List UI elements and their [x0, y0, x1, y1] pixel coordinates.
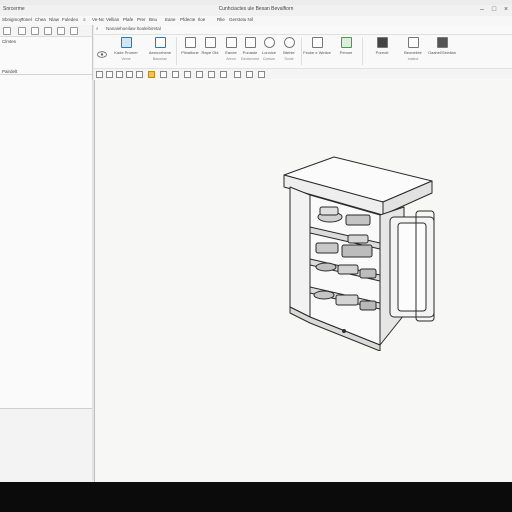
ribbon-group-label: Kade Prumer: [114, 50, 138, 55]
home-icon[interactable]: [3, 27, 11, 35]
ribbon-group-label: Beoneliee: [404, 50, 422, 55]
ribbon-group-label: Btehte: [283, 50, 295, 55]
ribbon-tabs: ⌕ Nanaiehoeilaw lIoaleibiretal: [94, 25, 512, 35]
menu-item[interactable]: Eane: [165, 17, 176, 22]
ribbon-group-sublabel: Sonle: [284, 57, 294, 61]
shape-icon: [244, 37, 256, 48]
print-icon: [407, 37, 419, 48]
quick-access-toolbar: [94, 68, 512, 79]
close-icon[interactable]: ×: [500, 5, 512, 15]
menu-item[interactable]: Tonel: [21, 17, 32, 22]
menu-item[interactable]: Prer: [137, 17, 146, 22]
menu-item[interactable]: Plafe: [123, 17, 133, 22]
list-icon[interactable]: [196, 71, 203, 78]
ribbon-group[interactable]: Btehte Sonle: [278, 37, 300, 61]
left-panel-footer: [0, 408, 92, 483]
cut-icon[interactable]: [126, 71, 133, 78]
window-title: Cunhciactes ule Besan Bevalfiorn: [218, 6, 294, 12]
ribbon-group[interactable]: Pemoe: [334, 37, 358, 55]
table-icon: [184, 37, 196, 48]
bulb-icon: [263, 37, 275, 48]
tab-active[interactable]: Nanaiehoeilaw lIoaleibiretal: [106, 26, 161, 31]
undo-icon[interactable]: [31, 27, 39, 35]
divider: [362, 37, 363, 65]
grid-icon: [154, 37, 166, 48]
ruler-icon[interactable]: [246, 71, 253, 78]
ribbon-group-label: Pemoe: [339, 50, 353, 55]
left-panel-section-title: Pairdelt: [2, 69, 18, 74]
brush-icon: [311, 37, 323, 48]
ribbon-group-sublabel: Coeson: [262, 57, 276, 61]
ribbon-group[interactable]: Lonnice Coeson: [258, 37, 280, 61]
menu-item[interactable]: ≡: [83, 17, 86, 22]
filter-icon[interactable]: [220, 71, 227, 78]
ribbon-group-label: Lonnice: [261, 50, 276, 55]
menu-item[interactable]: Sbnigmoy: [2, 17, 22, 22]
left-toolbar: [0, 25, 92, 37]
menu-item[interactable]: Nlaw: [49, 17, 59, 22]
redo-icon[interactable]: [44, 27, 52, 35]
ribbon-group-sublabel: Veme: [121, 57, 131, 61]
image-icon: [340, 37, 352, 48]
zoom-icon[interactable]: [234, 71, 241, 78]
left-panel: Clmtes Pairdelt: [0, 25, 93, 409]
ribbon-group[interactable]: Rape Obl: [198, 37, 222, 55]
menu-item[interactable]: Fuledeo: [62, 17, 78, 22]
ribbon-group[interactable]: Aewcorhene Basonan: [146, 37, 174, 61]
menu-item[interactable]: Gerstotu Nil: [229, 17, 253, 22]
folder-icon[interactable]: [148, 71, 155, 78]
ribbon-group-sublabel: Inaleot: [407, 57, 419, 61]
save-icon[interactable]: [18, 27, 26, 35]
folder-icon[interactable]: [57, 27, 65, 35]
divider: [176, 37, 177, 65]
left-panel-tab[interactable]: Clmtes: [2, 39, 16, 44]
pin-icon[interactable]: [96, 71, 103, 78]
settings-icon[interactable]: [208, 71, 215, 78]
component-icon: [225, 37, 237, 48]
minimize-icon[interactable]: –: [476, 5, 488, 15]
cabinet-sketch: [283, 156, 435, 351]
menu-item[interactable]: Chea: [35, 17, 46, 22]
menu-item[interactable]: Bnu: [149, 17, 157, 22]
delete-icon[interactable]: [136, 71, 143, 78]
ribbon-group-label: Rape Obl: [201, 50, 219, 55]
ribbon-group-label: Poreotl: [375, 50, 389, 55]
ribbon-group[interactable]: Poreotl: [370, 37, 394, 55]
measure-icon[interactable]: [258, 71, 265, 78]
eye-icon[interactable]: [96, 45, 108, 63]
maximize-icon[interactable]: □: [488, 5, 500, 15]
paste-icon[interactable]: [116, 71, 123, 78]
text-icon[interactable]: [184, 71, 191, 78]
menu-item[interactable]: Vellian: [106, 17, 119, 22]
settings-icon[interactable]: [70, 27, 78, 35]
ribbon-group[interactable]: Beoneliee Inaleot: [400, 37, 426, 61]
taskbar: [0, 482, 512, 512]
ribbon-group[interactable]: Feoke e Wetice: [302, 37, 332, 55]
lamp-icon: [283, 37, 295, 48]
menu-item[interactable]: Pfdecte: [180, 17, 195, 22]
chart-icon[interactable]: [160, 71, 167, 78]
ribbon-group-label: Feoke e Wetice: [303, 50, 331, 55]
search-icon[interactable]: ⌕: [96, 26, 99, 31]
menu-item[interactable]: Rlie: [217, 17, 225, 22]
divider: [0, 74, 92, 75]
ribbon-group-sublabel: Basonan: [152, 57, 168, 61]
ribbon-group-label: Aewcorhene: [148, 50, 172, 55]
ribbon-group[interactable]: Oaahel/Sewlian: [426, 37, 458, 55]
layers-icon: [376, 37, 388, 48]
window-icon: [204, 37, 216, 48]
grid-icon[interactable]: [172, 71, 179, 78]
cloud-icon: [120, 37, 132, 48]
ribbon-group-label: Oaahel/Sewlian: [427, 50, 457, 55]
ribbon-group[interactable]: Kade Prumer Veme: [112, 37, 140, 61]
menu-item[interactable]: Ve-Nc: [92, 17, 104, 22]
copy-icon[interactable]: [106, 71, 113, 78]
export-icon: [436, 37, 448, 48]
menu-item[interactable]: Iloe: [198, 17, 205, 22]
